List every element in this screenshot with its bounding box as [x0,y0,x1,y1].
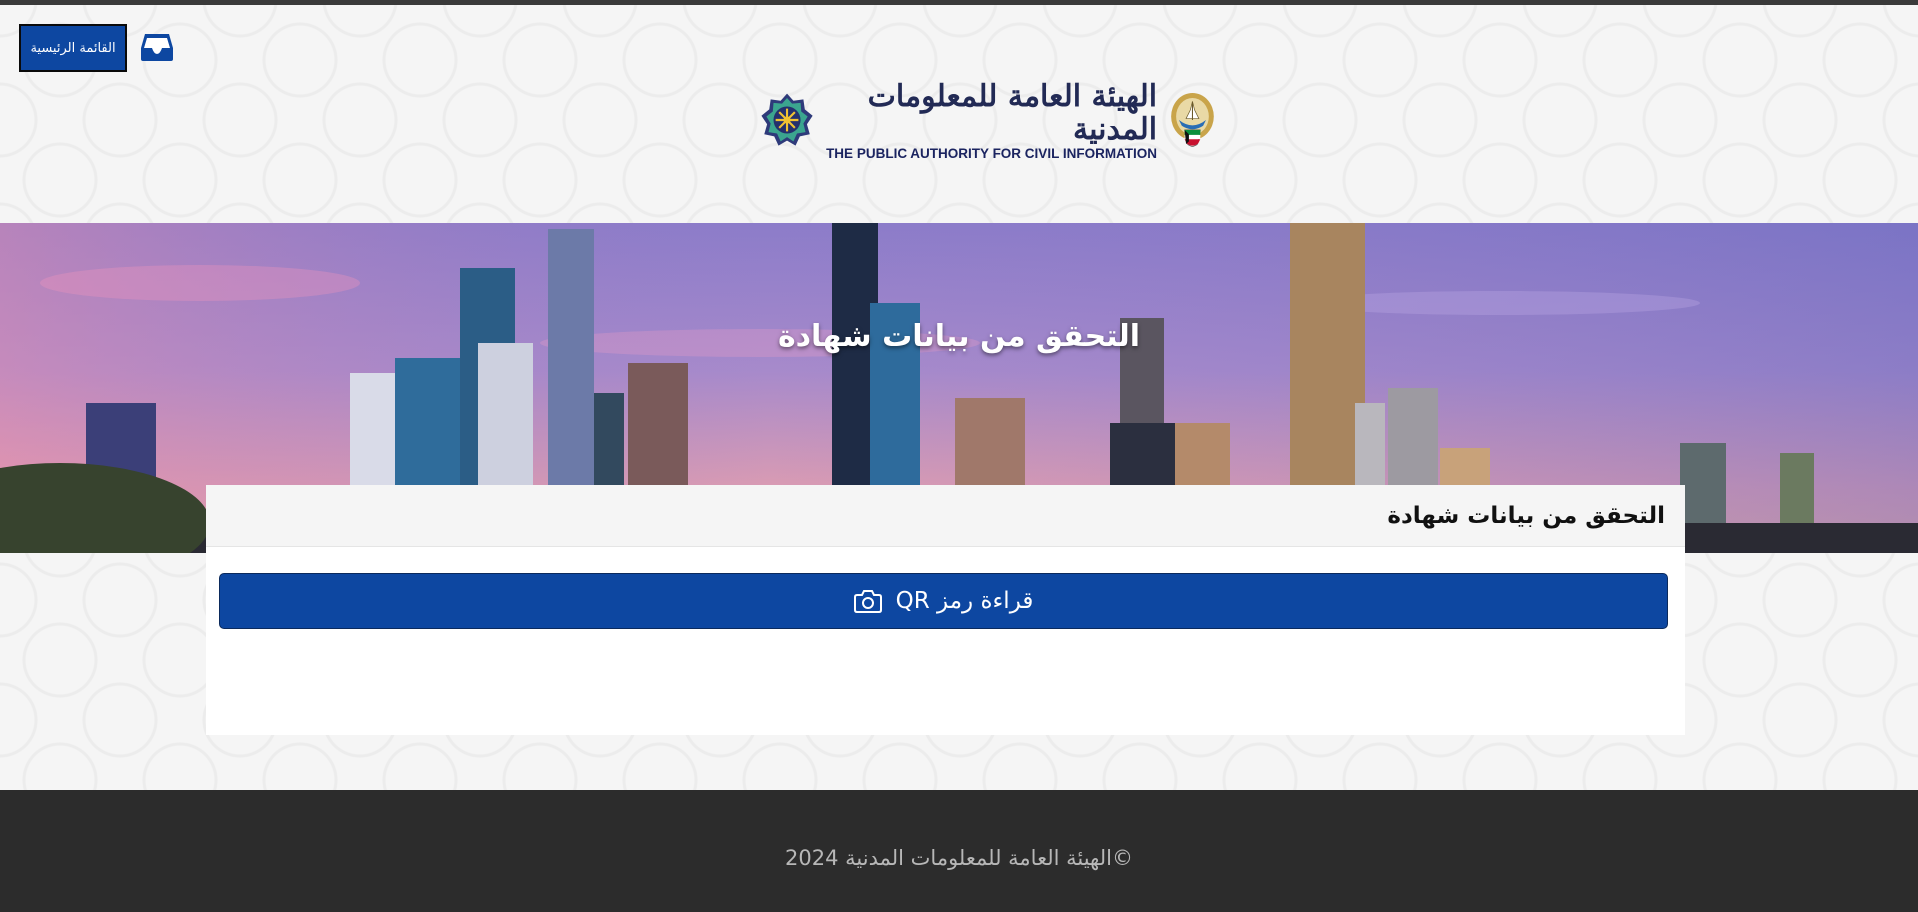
banner-title: التحقق من بيانات شهادة [777,319,1141,354]
card-header: التحقق من بيانات شهادة [206,485,1685,547]
footer: ©الهيئة العامة للمعلومات المدنية 2024 [0,790,1918,912]
scan-qr-label: قراءة رمز QR [895,588,1034,614]
card-title: التحقق من بيانات شهادة [1387,502,1665,529]
logo-text: الهيئة العامة للمعلومات المدنية THE PUBL… [826,80,1157,161]
kuwait-emblem [1171,92,1214,147]
camera-icon [853,590,882,613]
verification-card: التحقق من بيانات شهادة قراءة رمز QR [206,485,1685,735]
footer-copyright: ©الهيئة العامة للمعلومات المدنية 2024 [785,846,1133,870]
main-menu-button[interactable]: القائمة الرئيسية [19,24,127,72]
logo-english: THE PUBLIC AUTHORITY FOR CIVIL INFORMATI… [826,145,1158,161]
inbox-icon[interactable] [140,32,174,62]
top-strip [0,0,1918,5]
paci-star-emblem [761,93,813,146]
logo-arabic: الهيئة العامة للمعلومات المدنية [867,78,1158,147]
header-logo: الهيئة العامة للمعلومات المدنية THE PUBL… [760,78,1216,162]
main-menu-label: القائمة الرئيسية [30,40,116,56]
scan-qr-button[interactable]: قراءة رمز QR [219,573,1668,629]
